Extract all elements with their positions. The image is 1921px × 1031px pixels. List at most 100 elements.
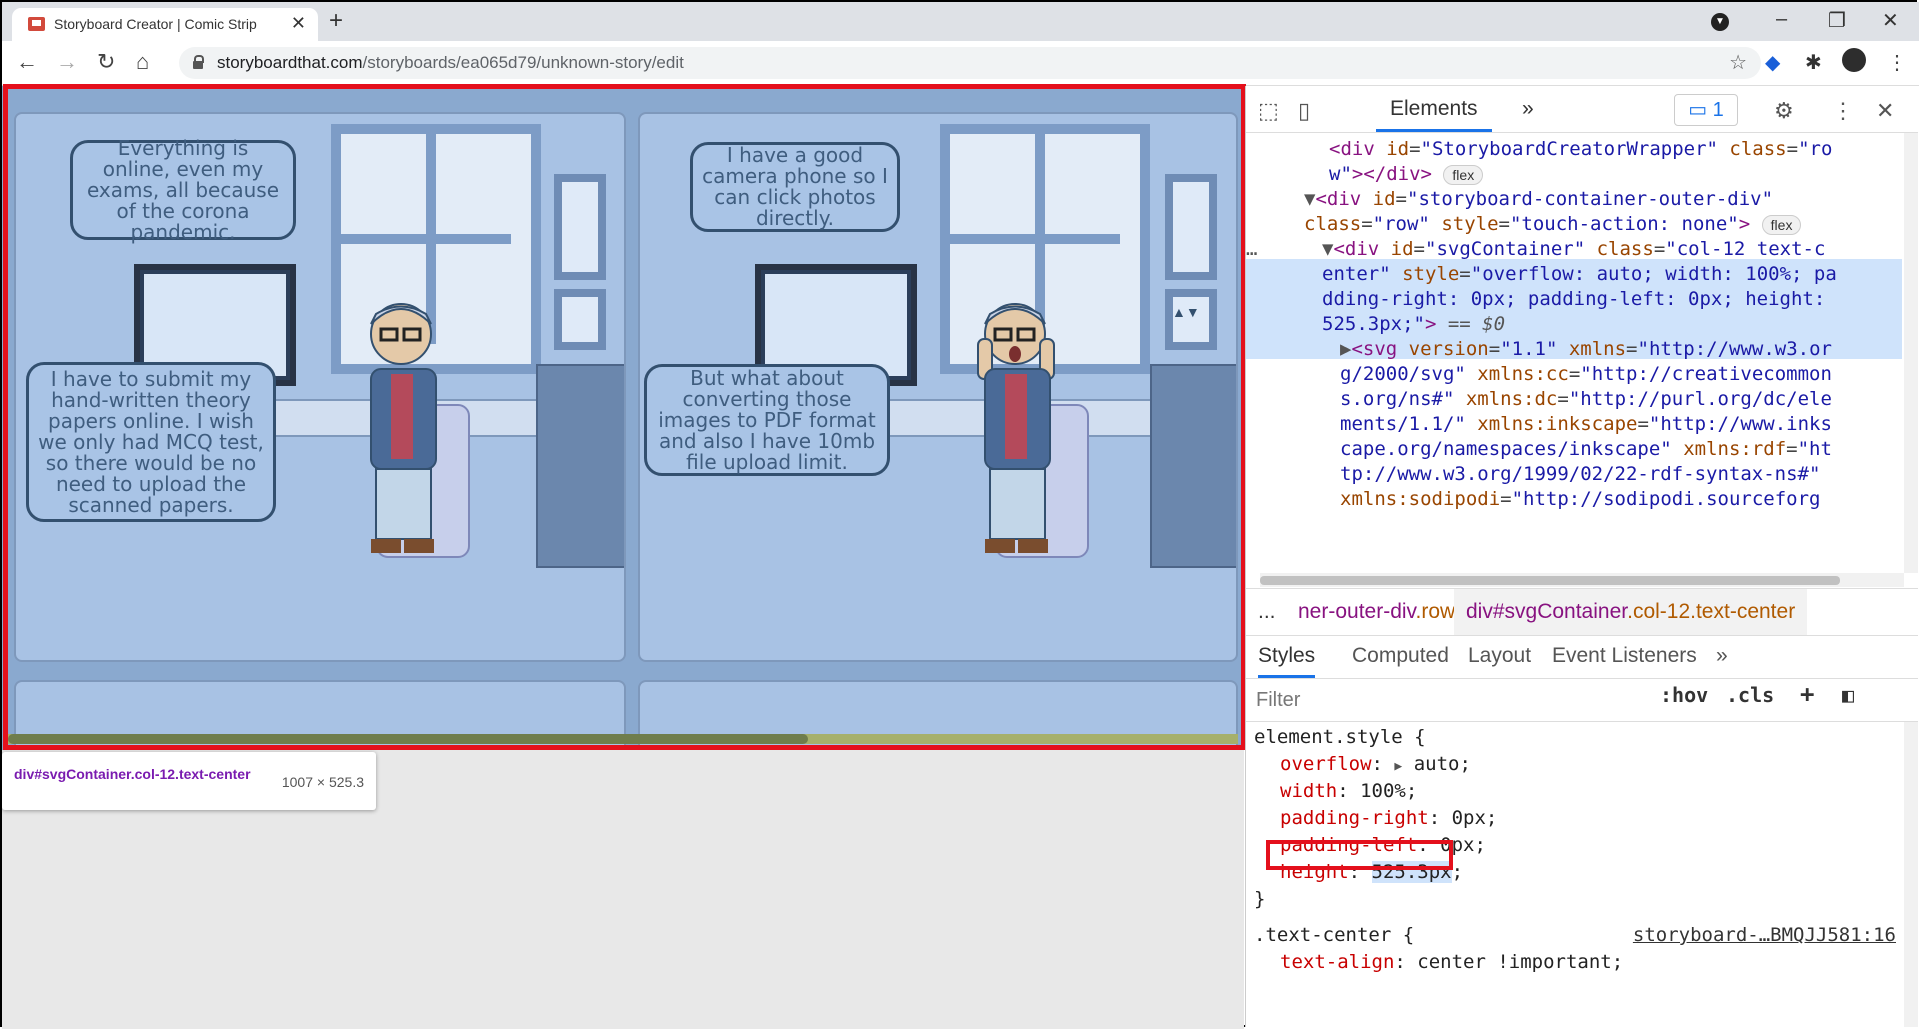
filter-input[interactable]: Filter <box>1250 683 1650 717</box>
more-tabs-icon[interactable]: » <box>1716 634 1728 678</box>
dom-line[interactable]: xmlns:sodipodi="http://sodipodi.sourcefo… <box>1340 487 1820 512</box>
dom-line-selected[interactable]: ▼<div id="svgContainer" class="col-12 te… <box>1322 237 1825 262</box>
more-options-icon[interactable]: ⋮ <box>1832 98 1854 124</box>
lock-icon[interactable] <box>193 55 204 69</box>
issues-badge[interactable]: ▭ 1 <box>1674 94 1738 126</box>
worried-student-character <box>977 303 1055 553</box>
new-rule-icon[interactable]: + <box>1800 680 1814 708</box>
more-tabs-icon[interactable]: » <box>1522 86 1534 132</box>
rule-selector[interactable]: .text-center { <box>1254 922 1414 949</box>
minimize-icon[interactable]: – <box>1776 8 1787 31</box>
reload-icon[interactable]: ↻ <box>97 49 115 75</box>
dom-line-selected[interactable]: 525.3px;"> == $0 <box>1322 312 1505 337</box>
speech-bubble[interactable]: But what about converting those images t… <box>644 364 890 476</box>
back-icon[interactable]: ← <box>16 49 38 75</box>
attr-value: "http://www.w3.or <box>1637 338 1832 360</box>
attr-value: ments/1.1/" <box>1340 413 1466 435</box>
attr-value: "ro <box>1798 138 1833 160</box>
rule-close: } <box>1254 888 1266 910</box>
close-devtools-icon[interactable]: ✕ <box>1876 98 1894 124</box>
crumb-tag: ner-outer-div <box>1298 600 1416 623</box>
breadcrumb-item-selected[interactable]: div#svgContainer.col-12.text-center <box>1454 589 1808 635</box>
tooltip-tag: div <box>14 766 35 782</box>
window-close-icon[interactable]: ✕ <box>1882 8 1899 33</box>
source-link-text: storyboard-…BMQJJ581:16 <box>1632 924 1896 946</box>
dom-line[interactable]: cape.org/namespaces/inkscape" xmlns:rdf=… <box>1340 437 1832 462</box>
scrollbar-thumb[interactable] <box>1260 576 1840 585</box>
tab-event-listeners[interactable]: Event Listeners <box>1552 634 1697 678</box>
home-icon[interactable]: ⌂ <box>136 49 149 75</box>
css-property[interactable]: overflow: ▶ auto; <box>1280 751 1471 780</box>
speech-bubble[interactable]: I have a good camera phone so I can clic… <box>690 142 900 232</box>
wall-frame-illustration <box>1165 174 1217 280</box>
breadcrumb-item[interactable]: ner-outer-div.row <box>1298 589 1455 635</box>
css-property[interactable]: padding-right: 0px; <box>1280 805 1497 832</box>
extensions-puzzle-icon[interactable]: ✱ <box>1805 50 1822 75</box>
new-tab-icon[interactable]: + <box>329 7 343 35</box>
dom-vertical-scrollbar[interactable] <box>1904 133 1918 573</box>
dollar-zero: == $0 <box>1447 313 1506 335</box>
attr-value: "http://creativecommon <box>1580 363 1832 385</box>
flex-badge[interactable]: flex <box>1443 164 1484 185</box>
attr-value: tp://www.w3.org/1999/02/22-rdf-syntax-ns… <box>1340 463 1821 485</box>
breadcrumb-ellipsis[interactable]: ... <box>1258 589 1276 635</box>
media-control-icon[interactable]: ▼ <box>1711 13 1729 31</box>
css-property[interactable]: width: 100%; <box>1280 778 1417 805</box>
dom-line[interactable]: ments/1.1/" xmlns:inkscape="http://www.i… <box>1340 412 1832 437</box>
dom-line[interactable]: ▼<div id="storyboard-container-outer-div… <box>1304 187 1773 212</box>
rule-source-link[interactable]: storyboard-…BMQJJ581:16 <box>1633 922 1896 949</box>
settings-gear-icon[interactable]: ⚙ <box>1774 98 1794 124</box>
device-toolbar-icon[interactable]: ▯ <box>1298 98 1310 124</box>
dom-line[interactable]: g/2000/svg" xmlns:cc="http://creativecom… <box>1340 362 1832 387</box>
tab-title: Storyboard Creator | Comic Strip <box>54 16 257 32</box>
profile-avatar[interactable] <box>1842 48 1866 72</box>
bookmark-star-icon[interactable]: ☆ <box>1729 50 1747 75</box>
css-property[interactable]: text-align: center !important; <box>1280 949 1623 976</box>
toggle-sidebar-icon[interactable]: ◧ <box>1842 683 1854 707</box>
cls-toggle[interactable]: .cls <box>1726 683 1774 707</box>
tab-styles[interactable]: Styles <box>1258 634 1316 678</box>
close-icon[interactable]: ✕ <box>291 13 306 34</box>
scrollbar-thumb[interactable] <box>8 734 808 744</box>
dom-line[interactable]: class="row" style="touch-action: none"> … <box>1304 212 1802 237</box>
devtools-toolbar: ⬚ ▯ Elements » ▭ 1 ⚙ ⋮ ✕ <box>1246 86 1918 133</box>
dom-line[interactable]: w"></div> flex <box>1329 162 1484 187</box>
dom-line-selected[interactable]: dding-right: 0px; padding-left: 0px; hei… <box>1322 287 1825 312</box>
dom-line[interactable]: s.org/ns#" xmlns:dc="http://purl.org/dc/… <box>1340 387 1832 412</box>
flex-badge[interactable]: flex <box>1761 214 1802 235</box>
styles-vertical-scrollbar[interactable] <box>1904 722 1918 1027</box>
comic-panel-2[interactable]: ▲▼ I have a good camera phone so I can c… <box>638 112 1238 662</box>
dom-ellipsis[interactable]: … <box>1246 237 1257 262</box>
svg-container-viewport[interactable]: Everything is online, even my exams, all… <box>2 86 1244 750</box>
more-menu-icon[interactable]: ⋮ <box>1887 50 1907 75</box>
crumb-class: .col-12.text-center <box>1627 600 1796 623</box>
dom-line-selected[interactable]: enter" style="overflow: auto; width: 100… <box>1322 262 1837 287</box>
dom-tree[interactable]: <div id="StoryboardCreatorWrapper" class… <box>1246 133 1902 573</box>
browser-tab[interactable]: Storyboard Creator | Comic Strip ✕ <box>12 8 318 41</box>
address-bar[interactable]: storyboardthat.com/storyboards/ea065d79/… <box>179 47 1761 79</box>
speech-bubble[interactable]: Everything is online, even my exams, all… <box>70 137 296 242</box>
maximize-icon[interactable]: ❐ <box>1828 8 1846 33</box>
forward-icon[interactable]: → <box>56 49 78 75</box>
dom-line[interactable]: ▶<svg version="1.1" xmlns="http://www.w3… <box>1340 337 1832 362</box>
rule-selector[interactable]: element.style { <box>1254 724 1426 751</box>
tab-layout[interactable]: Layout <box>1468 634 1531 678</box>
tab-strip: Storyboard Creator | Comic Strip ✕ + ▼ –… <box>2 2 1919 41</box>
attr-value: "touch-action: none" <box>1509 213 1739 235</box>
inspect-element-icon[interactable]: ⬚ <box>1258 98 1279 124</box>
attr-value: dding-right: 0px; padding-left: 0px; hei… <box>1322 288 1826 310</box>
prop-value: 0px; <box>1451 807 1498 829</box>
arrows-icon[interactable]: ▲▼ <box>1172 304 1200 320</box>
horizontal-scrollbar[interactable] <box>8 734 1238 744</box>
dom-line[interactable]: tp://www.w3.org/1999/02/22-rdf-syntax-ns… <box>1340 462 1820 487</box>
tab-elements[interactable]: Elements <box>1376 86 1492 132</box>
speech-bubble[interactable]: I have to submit my hand-written theory … <box>26 362 276 522</box>
comic-panel-1[interactable]: Everything is online, even my exams, all… <box>14 112 626 662</box>
hov-toggle[interactable]: :hov <box>1660 683 1708 707</box>
extension-shield-icon[interactable]: ◆ <box>1765 50 1780 75</box>
attr-value: g/2000/svg" <box>1340 363 1466 385</box>
dom-horizontal-scrollbar[interactable] <box>1260 573 1904 587</box>
dom-line[interactable]: <div id="StoryboardCreatorWrapper" class… <box>1329 137 1832 162</box>
attr-value: "http://purl.org/dc/ele <box>1568 388 1832 410</box>
tab-computed[interactable]: Computed <box>1352 634 1449 678</box>
